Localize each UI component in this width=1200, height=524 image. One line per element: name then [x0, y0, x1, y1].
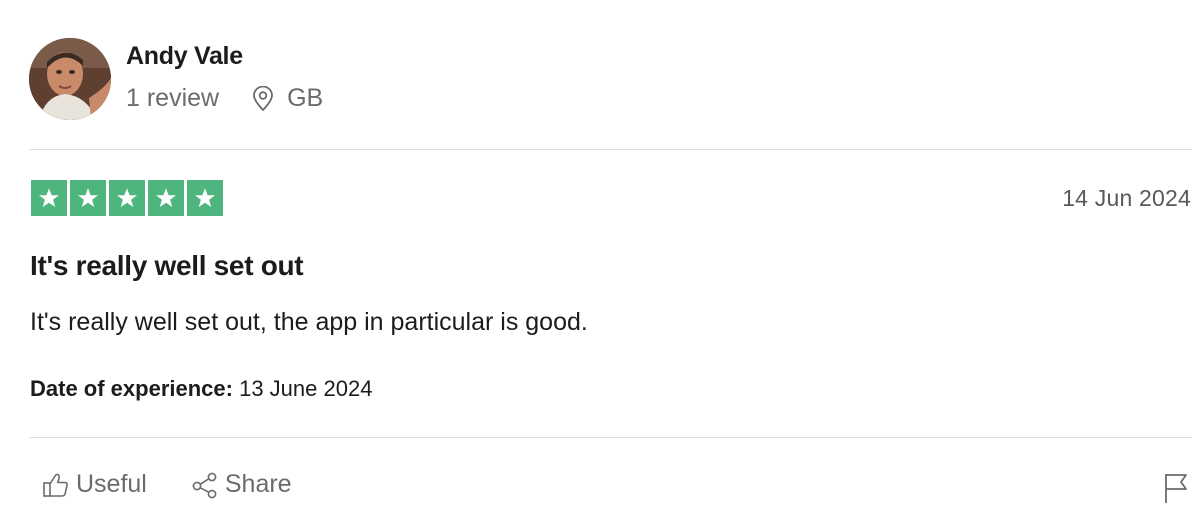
review-date: 14 Jun 2024: [1062, 185, 1191, 211]
star-rating: [31, 180, 223, 216]
header-divider: [29, 149, 1192, 150]
reviewer-meta: 1 review GB: [126, 84, 323, 113]
flag-icon: [1165, 474, 1187, 503]
reviewer-name[interactable]: Andy Vale: [126, 42, 243, 71]
star-4: [148, 180, 184, 216]
reviewer-country: GB: [287, 84, 324, 112]
useful-button[interactable]: Useful: [42, 470, 147, 499]
star-icon: [39, 188, 59, 207]
avatar[interactable]: [29, 38, 111, 120]
star-icon: [78, 188, 98, 207]
report-flag-button[interactable]: [1162, 472, 1190, 504]
review-title[interactable]: It's really well set out: [30, 250, 304, 282]
star-icon: [156, 188, 176, 207]
experience-label: Date of experience:: [30, 376, 233, 401]
thumbs-up-icon: [43, 473, 68, 497]
star-3: [109, 180, 145, 216]
footer-divider: [29, 437, 1192, 438]
share-label: Share: [224, 470, 292, 498]
avatar-photo: [29, 38, 111, 120]
review-actions: Useful Share: [42, 470, 292, 499]
useful-label: Useful: [76, 470, 147, 498]
review-count: 1 review: [126, 84, 220, 112]
star-5: [187, 180, 223, 216]
experience-date: 13 June 2024: [232, 376, 373, 401]
star-1: [31, 180, 67, 216]
share-icon: [192, 472, 217, 498]
star-icon: [117, 188, 137, 207]
star-2: [70, 180, 106, 216]
date-of-experience: Date of experience: 13 June 2024: [30, 376, 372, 402]
share-button[interactable]: Share: [191, 470, 292, 499]
star-icon: [195, 188, 215, 207]
review-body: It's really well set out, the app in par…: [30, 308, 588, 336]
location-pin-icon: [251, 85, 275, 112]
